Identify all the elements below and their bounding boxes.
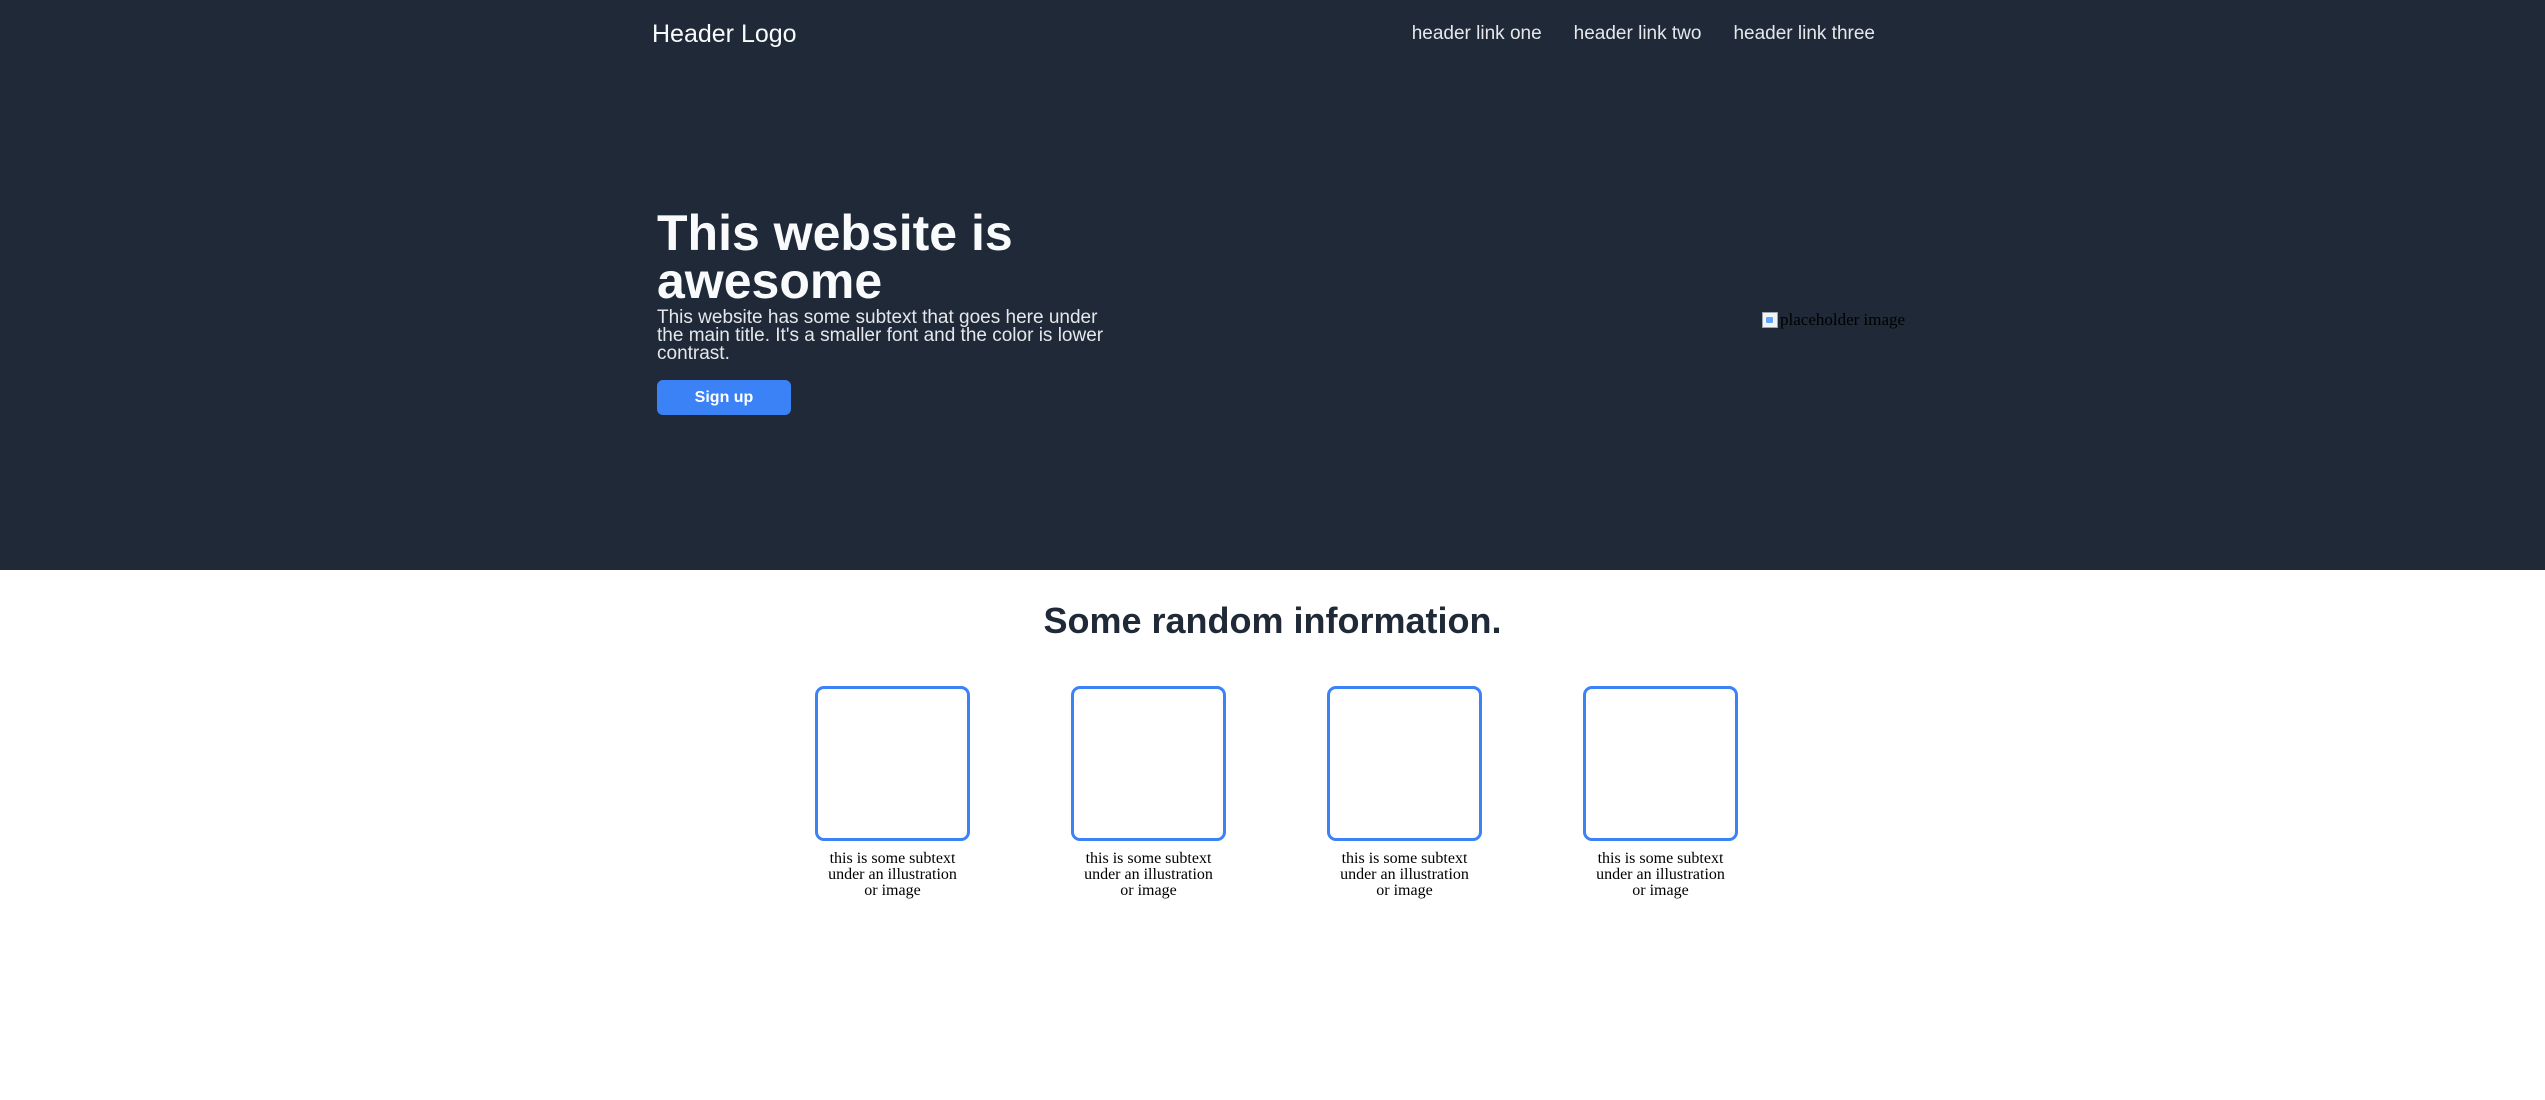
hero-title: This website is awesome <box>657 205 1013 309</box>
info-card: this is some subtext under an illustrati… <box>1583 686 1738 899</box>
hero-subtitle: This website has some subtext that goes … <box>657 307 1104 364</box>
broken-image-icon <box>1762 312 1778 328</box>
header-link-one[interactable]: header link one <box>1412 23 1542 45</box>
info-title: Some random information. <box>1043 600 1502 641</box>
hero-section: Header Logo header link one header link … <box>0 0 2545 570</box>
sign-up-button[interactable]: Sign up <box>657 380 791 415</box>
card-caption: this is some subtext under an illustrati… <box>1084 850 1213 899</box>
info-section: Some random information. this is some su… <box>0 570 2545 1100</box>
hero-text-block: This website is awesome This website has… <box>657 205 1117 415</box>
header-link-two[interactable]: header link two <box>1574 23 1702 45</box>
info-card: this is some subtext under an illustrati… <box>1327 686 1482 899</box>
card-illustration <box>1583 686 1738 841</box>
hero-placeholder-image: placeholder image <box>1762 310 1905 330</box>
card-caption: this is some subtext under an illustrati… <box>1596 850 1725 899</box>
header-logo[interactable]: Header Logo <box>652 20 797 49</box>
card-caption: this is some subtext under an illustrati… <box>1340 850 1469 899</box>
card-illustration <box>1071 686 1226 841</box>
card-illustration <box>815 686 970 841</box>
info-card: this is some subtext under an illustrati… <box>815 686 970 899</box>
site-header: Header Logo header link one header link … <box>652 18 1875 52</box>
header-nav: header link one header link two header l… <box>1412 23 1875 45</box>
card-caption: this is some subtext under an illustrati… <box>828 850 957 899</box>
card-illustration <box>1327 686 1482 841</box>
info-card: this is some subtext under an illustrati… <box>1071 686 1226 899</box>
header-link-three[interactable]: header link three <box>1733 23 1875 45</box>
info-cards: this is some subtext under an illustrati… <box>815 686 1738 899</box>
hero-image-alt-text: placeholder image <box>1780 310 1906 329</box>
